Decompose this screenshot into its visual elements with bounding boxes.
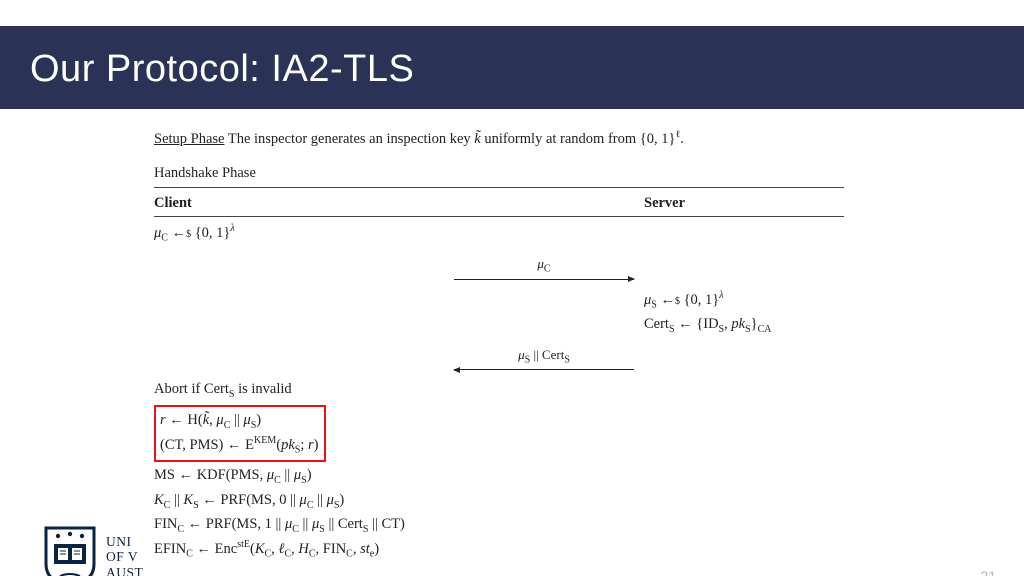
kc-line: KC || KS ← PRF(MS, 0 || μC || μS) — [154, 489, 344, 513]
row-redbox: r ← H(k̃, μC || μS) (CT, PMS) ← EKEM(pkS… — [154, 403, 844, 465]
logo-line1: UNI — [106, 534, 143, 550]
column-headers: Client Server — [154, 192, 844, 214]
finc-line: FINC ← PRF(MS, 1 || μC || μS || CertS ||… — [154, 513, 405, 537]
setup-phase-label: Setup Phase — [154, 131, 224, 147]
protocol-diagram: μC ←$ {0, 1}λ μC μS ←$ {0, 1}λ CertS ← { — [154, 221, 844, 562]
content-area: Setup Phase The inspector generates an i… — [0, 109, 820, 563]
row-finc: FINC ← PRF(MS, 1 || μC || μS || CertS ||… — [154, 513, 844, 537]
university-logo: UNI OF V AUST — [44, 526, 143, 576]
slide-title: Our Protocol: IA2-TLS — [30, 48, 994, 91]
server-cert: CertS ← {IDS, pkS}CA — [644, 313, 844, 337]
setup-phase-line: Setup Phase The inspector generates an i… — [154, 127, 820, 150]
slide: Our Protocol: IA2-TLS Setup Phase The in… — [0, 26, 1024, 576]
row-ms: MS ← KDF(PMS, μC || μS) — [154, 464, 844, 488]
page-number: 21 — [980, 568, 996, 576]
header-client: Client — [154, 192, 644, 214]
msg2-label: μS || CertS — [444, 345, 644, 368]
efinc-line: EFINC ← EncstE(KC, ℓC, HC, FINC, ste) — [154, 537, 379, 562]
row-efinc: EFINC ← EncstE(KC, ℓC, HC, FINC, ste) — [154, 537, 844, 562]
row-msg2: μS || CertS — [154, 345, 844, 370]
handshake-phase-label: Handshake Phase — [154, 162, 820, 184]
divider-under-header — [154, 216, 844, 217]
row-server-cert: CertS ← {IDS, pkS}CA — [154, 313, 844, 337]
header-server: Server — [644, 192, 844, 214]
setup-text-a: The inspector generates an inspection ke… — [224, 131, 474, 147]
abort-line: Abort if CertS is invalid — [154, 378, 444, 402]
arrow-left-icon — [454, 369, 634, 370]
logo-text: UNI OF V AUST — [106, 534, 143, 576]
setup-text-b: uniformly at random from {0, 1} — [481, 131, 676, 147]
shield-icon — [44, 526, 96, 576]
setup-period: . — [680, 131, 684, 147]
row-server-nonce: μS ←$ {0, 1}λ — [154, 288, 844, 313]
arrow-right-icon — [454, 279, 634, 280]
row-client-nonce: μC ←$ {0, 1}λ — [154, 221, 844, 246]
logo-line3: AUST — [106, 565, 143, 576]
server-nonce: μS ←$ {0, 1}λ — [644, 288, 844, 313]
logo-line2: OF V — [106, 549, 143, 565]
ms-line: MS ← KDF(PMS, μC || μS) — [154, 464, 312, 488]
row-msg1: μC — [154, 254, 844, 279]
highlight-box: r ← H(k̃, μC || μS) (CT, PMS) ← EKEM(pkS… — [154, 405, 326, 463]
box-line-kem: (CT, PMS) ← EKEM(pkS; r) — [160, 433, 318, 458]
row-abort: Abort if CertS is invalid — [154, 378, 844, 402]
box-line-r: r ← H(k̃, μC || μS) — [160, 409, 318, 433]
divider-top — [154, 187, 844, 188]
client-nonce: μC ←$ {0, 1}λ — [154, 221, 444, 246]
title-bar: Our Protocol: IA2-TLS — [0, 26, 1024, 109]
row-kc: KC || KS ← PRF(MS, 0 || μC || μS) — [154, 489, 844, 513]
msg1-label: μC — [444, 254, 644, 277]
